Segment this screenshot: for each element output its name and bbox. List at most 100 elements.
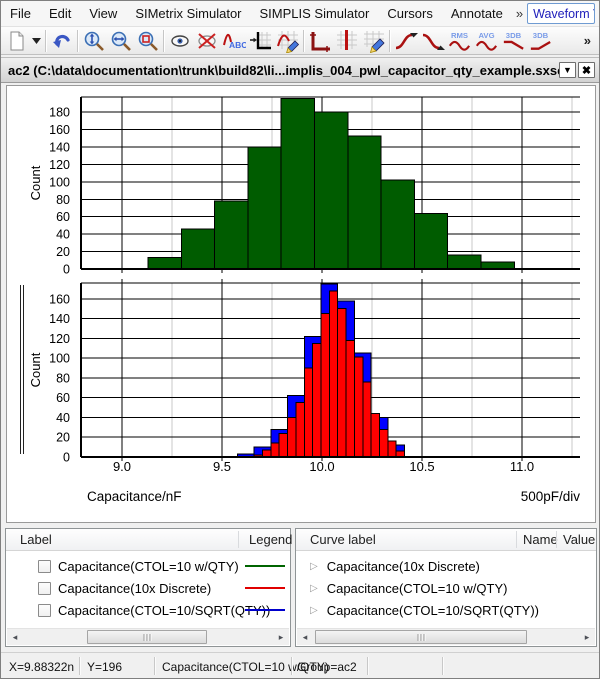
rise-time-button[interactable] <box>392 28 419 54</box>
column-divider[interactable] <box>516 531 517 548</box>
avg-button[interactable]: AVG <box>473 28 500 54</box>
cursor-line-icon <box>335 29 359 53</box>
curve-row[interactable]: ▷ Capacitance(CTOL=10/SQRT(QTY)) <box>310 599 539 621</box>
menu-simplis-simulator[interactable]: SIMPLIS Simulator <box>251 1 379 26</box>
status-divider <box>79 657 80 675</box>
toolbar: ABC RMS AVG 3DB <box>1 27 599 55</box>
grid-pencil-icon <box>362 29 386 53</box>
new-graph-dropdown-button[interactable] <box>30 28 43 54</box>
horizontal-scrollbar[interactable]: ◂ ▸ <box>297 628 595 645</box>
svg-text:0: 0 <box>63 263 70 277</box>
status-bar: X=9.88322n Y=196 Capacitance(CTOL=10 w/Q… <box>1 652 599 679</box>
svg-text:Count: Count <box>28 352 43 387</box>
graph-area[interactable]: 020406080100120140160180Count02040608010… <box>6 85 596 523</box>
curve-label: Capacitance(CTOL=10/SQRT(QTY)) <box>58 603 270 618</box>
3db-fall-icon: 3DB <box>500 29 527 53</box>
column-header-legend[interactable]: Legend <box>249 532 292 547</box>
rms-button[interactable]: RMS <box>446 28 473 54</box>
scrollbar-thumb[interactable] <box>87 630 207 644</box>
column-divider[interactable] <box>556 531 557 548</box>
curve-row[interactable]: ▷ Capacitance(10x Discrete) <box>310 555 480 577</box>
legend-row[interactable]: Capacitance(CTOL=10/SQRT(QTY)) <box>38 599 270 621</box>
edit-grid-button[interactable] <box>360 28 387 54</box>
menu-view[interactable]: View <box>80 1 126 26</box>
eye-icon <box>168 29 192 53</box>
graph-window-titlebar: ac2 (C:\data\documentation\trunk\build82… <box>1 57 599 83</box>
status-divider <box>154 657 155 675</box>
menu-edit[interactable]: Edit <box>40 1 80 26</box>
zoom-box-button[interactable] <box>134 28 161 54</box>
svg-text:RMS: RMS <box>451 31 468 40</box>
menu-annotate[interactable]: Annotate <box>442 1 512 26</box>
column-header-name[interactable]: Name <box>523 532 558 547</box>
show-curve-button[interactable] <box>166 28 193 54</box>
svg-text:140: 140 <box>49 312 70 326</box>
expand-triangle-icon[interactable]: ▷ <box>310 583 318 594</box>
expand-triangle-icon[interactable]: ▷ <box>310 561 318 572</box>
svg-text:11.0: 11.0 <box>510 459 534 474</box>
edit-curve-button[interactable] <box>274 28 301 54</box>
scroll-right-arrow[interactable]: ▸ <box>273 629 289 645</box>
scroll-left-arrow[interactable]: ◂ <box>7 629 23 645</box>
hide-curve-button[interactable] <box>193 28 220 54</box>
svg-text:80: 80 <box>56 193 70 207</box>
svg-text:20: 20 <box>56 431 70 445</box>
viewer-combo[interactable]: Waveform Viewer ▼ <box>527 3 595 24</box>
curve-label-icon: ABC <box>222 29 246 53</box>
svg-text:10.5: 10.5 <box>409 459 434 474</box>
curve-checkbox[interactable] <box>38 604 51 617</box>
svg-text:60: 60 <box>56 391 70 405</box>
curve-label: Capacitance(10x Discrete) <box>58 581 211 596</box>
zoom-horizontal-icon <box>109 29 133 53</box>
toolbar-separator <box>45 30 46 52</box>
toolbar-overflow-button[interactable]: » <box>584 33 591 48</box>
horizontal-scrollbar[interactable]: ◂ ▸ <box>7 628 289 645</box>
svg-text:Count: Count <box>28 165 43 200</box>
3db-lowpass-button[interactable]: 3DB <box>500 28 527 54</box>
toolbar-separator <box>389 30 390 52</box>
window-close-button[interactable]: ✖ <box>578 62 595 78</box>
chevron-down-icon <box>32 38 41 44</box>
scroll-left-arrow[interactable]: ◂ <box>297 629 313 645</box>
legend-row[interactable]: Capacitance(10x Discrete) <box>38 577 211 599</box>
curve-row[interactable]: ▷ Capacitance(CTOL=10 w/QTY) <box>310 577 507 599</box>
svg-text:160: 160 <box>49 123 70 137</box>
column-header-label[interactable]: Label <box>20 532 52 547</box>
fall-time-button[interactable] <box>419 28 446 54</box>
scrollbar-thumb[interactable] <box>315 630 527 644</box>
svg-text:160: 160 <box>49 292 70 306</box>
menu-cursors[interactable]: Cursors <box>378 1 442 26</box>
menu-overflow-chevron[interactable]: » <box>512 6 527 21</box>
curve-checkbox[interactable] <box>38 582 51 595</box>
undo-arrow-icon <box>50 29 74 53</box>
eye-crossed-icon <box>195 29 219 53</box>
svg-text:80: 80 <box>56 371 70 385</box>
svg-text:ABC: ABC <box>229 40 246 50</box>
undo-button[interactable] <box>48 28 75 54</box>
zoom-y-button[interactable] <box>80 28 107 54</box>
expand-triangle-icon[interactable]: ▷ <box>310 605 318 616</box>
new-graph-button[interactable] <box>3 28 30 54</box>
vertical-cursor-button[interactable] <box>333 28 360 54</box>
scroll-right-arrow[interactable]: ▸ <box>579 629 595 645</box>
svg-text:20: 20 <box>56 245 70 259</box>
add-axis-button[interactable] <box>247 28 274 54</box>
label-curve-button[interactable]: ABC <box>220 28 247 54</box>
svg-text:40: 40 <box>56 411 70 425</box>
column-header-curve-label[interactable]: Curve label <box>310 532 376 547</box>
3db-highpass-button[interactable]: 3DB <box>527 28 554 54</box>
menu-simetrix-simulator[interactable]: SIMetrix Simulator <box>126 1 250 26</box>
avg-icon: AVG <box>473 29 500 53</box>
svg-text:100: 100 <box>49 175 70 189</box>
histogram-charts: 020406080100120140160180Count02040608010… <box>7 86 595 522</box>
svg-text:3DB: 3DB <box>506 31 522 40</box>
column-header-value[interactable]: Value <box>563 532 595 547</box>
zoom-x-button[interactable] <box>107 28 134 54</box>
column-divider[interactable] <box>238 531 239 548</box>
window-menu-button[interactable]: ▼ <box>559 62 576 78</box>
legend-row[interactable]: Capacitance(CTOL=10 w/QTY) <box>38 555 239 577</box>
curve-label: Capacitance(CTOL=10/SQRT(QTY)) <box>327 603 539 618</box>
add-grid-button[interactable] <box>306 28 333 54</box>
curve-checkbox[interactable] <box>38 560 51 573</box>
menu-file[interactable]: File <box>1 1 40 26</box>
